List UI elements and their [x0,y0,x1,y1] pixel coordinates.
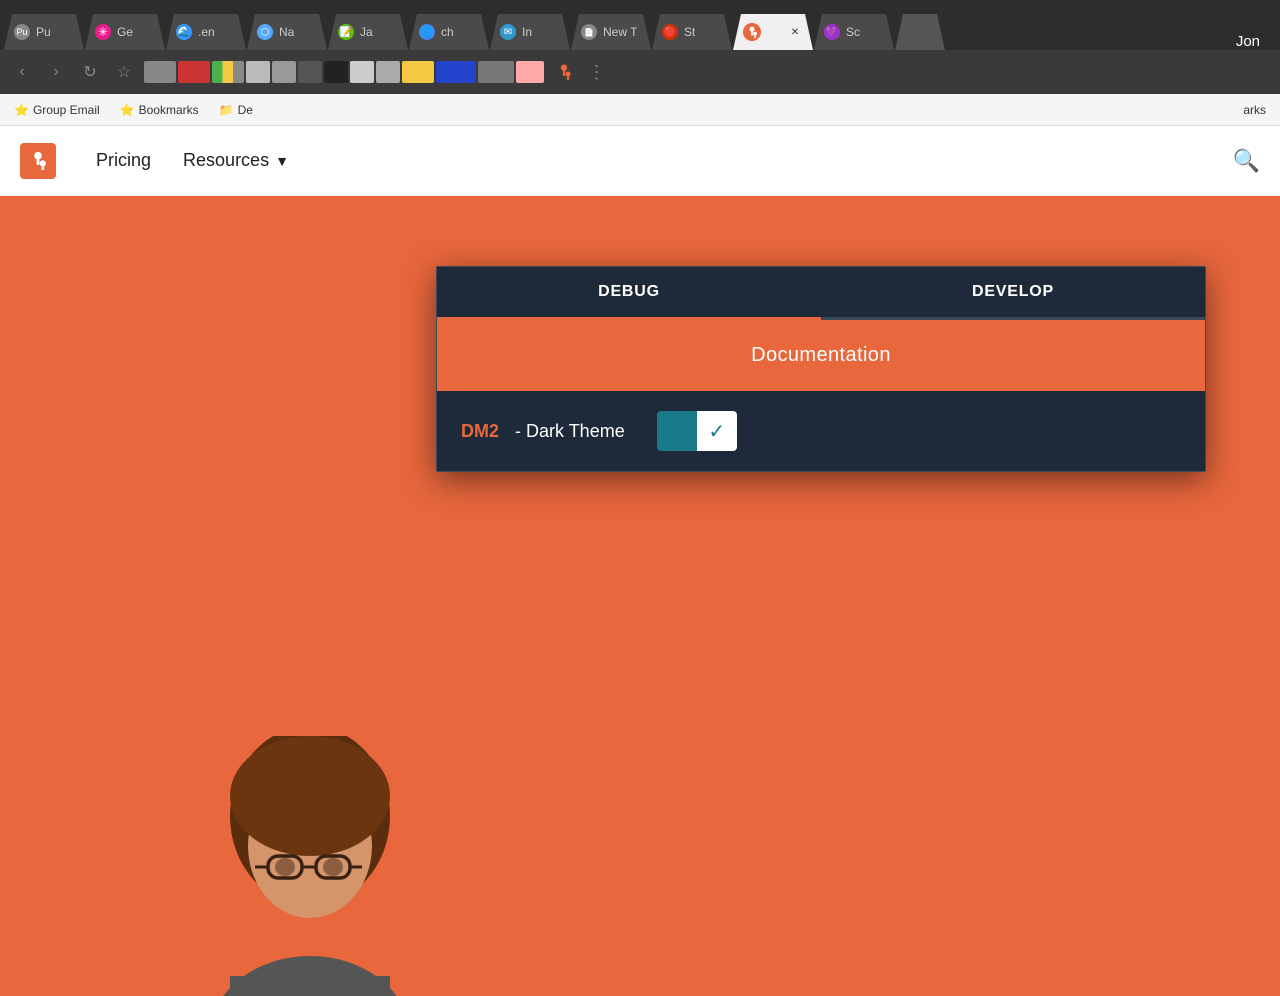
bookmark-folder-de[interactable]: 📁 De [213,101,259,119]
website-nav: Pricing Resources ▼ 🔍 DEBUG DEVELOP Docu… [0,126,1280,196]
swatch-dark [298,61,322,83]
bookmark-star-button[interactable]: ☆ [110,58,138,86]
dev-menu-tabs: DEBUG DEVELOP [437,267,1205,320]
tab-st-icon: 🔴 [662,24,678,40]
tab-st[interactable]: 🔴 St [652,14,732,50]
dm2-desc: - Dark Theme [515,421,625,442]
tab-debug[interactable]: DEBUG [437,267,821,320]
tab-develop[interactable]: DEVELOP [821,267,1205,320]
swatch-gray [144,61,176,83]
tab-develop-label: DEVELOP [972,283,1054,300]
tab-debug-label: DEBUG [598,283,660,300]
nav-pricing[interactable]: Pricing [96,150,151,171]
tab-ge-label: Ge [117,25,133,39]
toggle-checkmark-icon: ✓ [708,419,725,444]
toolbar-icons: ⋮ [550,58,610,86]
dm2-option: DM2 - Dark Theme ✓ [437,391,1205,471]
tab-pu-label: Pu [36,25,51,39]
reload-button[interactable]: ↻ [76,58,104,86]
swatch-gray2 [376,61,400,83]
swatch-darkgray [478,61,514,83]
tab-sc[interactable]: 💜 Sc [814,14,894,50]
documentation-button[interactable]: Documentation [437,320,1205,391]
tab-ge[interactable]: ✳ Ge [85,14,165,50]
swatch-red [178,61,210,83]
swatch-row [144,61,544,83]
bookmarks-label: Bookmarks [139,103,199,117]
hubspot-icon [743,23,761,41]
nav-links: Pricing Resources ▼ [96,150,289,171]
tab-na-label: Na [279,25,294,39]
swatch-light2 [350,61,374,83]
swatch-lightgray [246,61,270,83]
back-button[interactable]: ‹ [8,58,36,86]
tab-pu-icon: Pu [14,24,30,40]
bookmark-bar: ⭐ Group Email ⭐ Bookmarks 📁 De arks [0,94,1280,126]
hubspot-toolbar-icon[interactable] [550,58,578,86]
tab-sc-label: Sc [846,25,860,39]
tab-ja-label: Ja [360,25,373,39]
tab-ch-icon: 🌐 [419,24,435,40]
hubspot-logo[interactable] [20,143,56,179]
tab-hubspot[interactable]: ✕ [733,14,813,50]
forward-button[interactable]: › [42,58,70,86]
tab-empty[interactable] [895,14,945,50]
address-bar-row: ‹ › ↻ ☆ [0,50,1280,94]
group-email-label: Group Email [33,103,100,117]
folder-de-label: De [238,103,253,117]
swatch-blue [436,61,476,83]
bookmarks-icon: ⭐ [120,103,135,117]
nav-resources[interactable]: Resources ▼ [183,150,289,171]
tab-in-label: In [522,25,532,39]
documentation-label: Documentation [751,344,891,366]
user-name-display: Jon [1220,33,1276,50]
person-image [200,736,420,996]
dark-theme-toggle[interactable]: ✓ [657,411,737,451]
arks-label: arks [1243,103,1266,117]
swatch-pink [516,61,544,83]
tab-en-icon: 🌊 [176,24,192,40]
tab-in[interactable]: ✉ In [490,14,570,50]
tab-ja[interactable]: 📝 Ja [328,14,408,50]
tab-en-label: .en [198,25,215,39]
toggle-off-side [657,411,697,451]
tab-new-label: New T [603,25,637,39]
bookmark-group-email[interactable]: ⭐ Group Email [8,101,106,119]
search-icon[interactable]: 🔍 [1233,148,1260,174]
tab-na-icon: ⬡ [257,24,273,40]
dev-menu-body: Documentation DM2 - Dark Theme ✓ [437,320,1205,471]
bookmark-arks[interactable]: arks [1237,101,1272,119]
toggle-on-side: ✓ [697,411,737,451]
tab-sc-icon: 💜 [824,24,840,40]
dm2-label: DM2 [461,421,499,442]
tab-pu[interactable]: Pu Pu [4,14,84,50]
tab-bar: Pu Pu ✳ Ge 🌊 .en ⬡ Na 📝 Ja 🌐 ch ✉ [0,0,1280,50]
tab-st-label: St [684,25,695,39]
folder-de-icon: 📁 [219,103,234,117]
tab-hubspot-close[interactable]: ✕ [787,24,803,40]
swatch-black [324,61,348,83]
tab-ch-label: ch [441,25,454,39]
tab-na[interactable]: ⬡ Na [247,14,327,50]
tab-new-icon: 📄 [581,24,597,40]
swatch-multi [212,61,244,83]
tab-new[interactable]: 📄 New T [571,14,651,50]
chevron-down-icon: ▼ [275,153,289,169]
bookmark-bookmarks[interactable]: ⭐ Bookmarks [114,101,205,119]
resources-label: Resources [183,150,269,171]
tab-ge-icon: ✳ [95,24,111,40]
dev-menu-dropdown: DEBUG DEVELOP Documentation DM2 - Dark T… [436,266,1206,472]
tab-ch[interactable]: 🌐 ch [409,14,489,50]
tab-en[interactable]: 🌊 .en [166,14,246,50]
group-email-icon: ⭐ [14,103,29,117]
swatch-yellow [402,61,434,83]
tab-ja-icon: 📝 [338,24,354,40]
tab-in-icon: ✉ [500,24,516,40]
chrome-menu-button[interactable]: ⋮ [582,58,610,86]
swatch-med [272,61,296,83]
